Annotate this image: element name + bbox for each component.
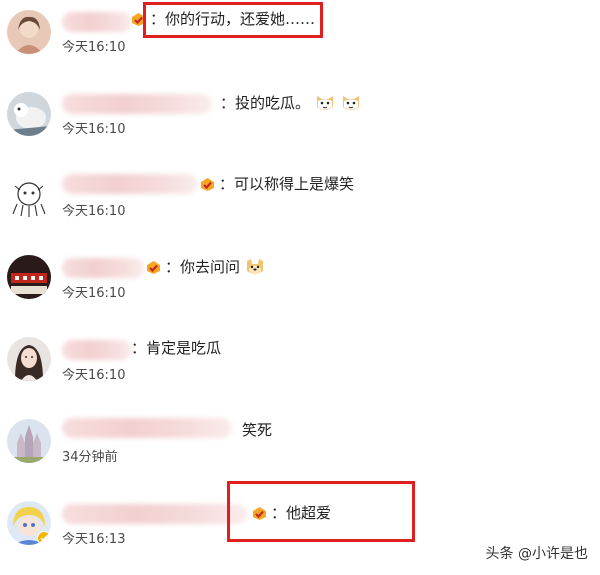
- comment-text: ：肯定是吃瓜: [131, 339, 222, 357]
- watermark: 头条 @小许是也: [485, 546, 588, 562]
- avatar[interactable]: [7, 337, 51, 381]
- comment-text: ：你去问问: [165, 258, 241, 276]
- avatar[interactable]: [7, 501, 51, 545]
- comment-item: ：投的吃瓜。 今天16:10: [0, 82, 600, 164]
- avatar[interactable]: [7, 10, 51, 54]
- comment-item: ：可以称得上是爆笑 今天16:10: [0, 164, 600, 246]
- username[interactable]: [62, 340, 132, 360]
- comment-text: ：可以称得上是爆笑: [219, 175, 355, 193]
- username[interactable]: [62, 504, 247, 524]
- comment-time: 今天16:13: [62, 532, 126, 547]
- comment-text: 笑死: [242, 421, 273, 439]
- doge-emoji-icon: [244, 256, 266, 278]
- avatar[interactable]: [7, 92, 51, 136]
- comment-time: 34分钟前: [62, 450, 118, 465]
- avatar[interactable]: [7, 419, 51, 463]
- highlight-box: [227, 481, 415, 542]
- comment-time: 今天16:10: [62, 40, 126, 55]
- highlight-box: [143, 2, 323, 38]
- comment-line: ：你去问问: [145, 256, 266, 278]
- comment-text: ：投的吃瓜。: [220, 94, 311, 112]
- vip-badge-icon: [145, 259, 162, 276]
- vip-badge-icon: [199, 176, 216, 193]
- cat-emoji-icon: [340, 92, 362, 114]
- comment-time: 今天16:10: [62, 286, 126, 301]
- comment-item: 笑死 34分钟前: [0, 410, 600, 492]
- comment-time: 今天16:10: [62, 368, 126, 383]
- avatar[interactable]: [7, 174, 51, 218]
- comment-time: 今天16:10: [62, 122, 126, 137]
- avatar[interactable]: [7, 255, 51, 299]
- comment-item: ：肯定是吃瓜 今天16:10: [0, 328, 600, 410]
- cat-emoji-icon: [314, 92, 336, 114]
- comment-line: ：肯定是吃瓜: [131, 338, 221, 358]
- username[interactable]: [62, 258, 144, 278]
- comment-line: ：投的吃瓜。: [220, 92, 362, 114]
- username[interactable]: [62, 174, 197, 194]
- comment-line: 笑死: [242, 420, 272, 440]
- comment-time: 今天16:10: [62, 204, 126, 219]
- username[interactable]: [62, 418, 232, 438]
- comment-item: ：你去问问 今天16:10: [0, 246, 600, 328]
- verified-icon: [37, 531, 51, 545]
- comment-line: ：可以称得上是爆笑: [199, 174, 354, 194]
- username[interactable]: [62, 94, 212, 114]
- username[interactable]: [62, 12, 132, 32]
